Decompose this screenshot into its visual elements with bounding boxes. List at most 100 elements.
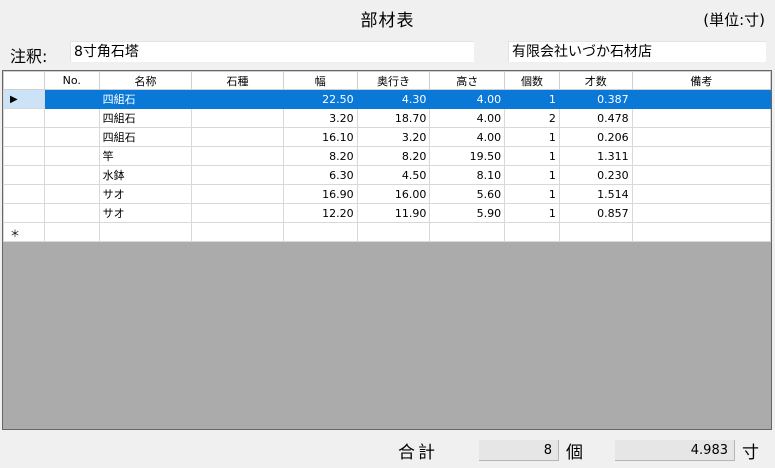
new-cell-sai[interactable] xyxy=(558,222,633,242)
cell-no[interactable] xyxy=(43,127,100,147)
cell-note[interactable] xyxy=(631,89,771,109)
new-cell-name[interactable] xyxy=(98,222,193,242)
cell-sai[interactable]: 1.311 xyxy=(558,146,633,166)
cell-count[interactable]: 1 xyxy=(504,203,560,223)
cell-count[interactable]: 1 xyxy=(504,184,560,204)
cell-note[interactable] xyxy=(631,146,771,166)
cell-depth[interactable]: 18.70 xyxy=(356,108,431,128)
column-header-count[interactable]: 個数 xyxy=(504,71,560,90)
cell-height[interactable]: 4.00 xyxy=(429,89,506,109)
column-header-no[interactable]: No. xyxy=(43,71,100,90)
cell-note[interactable] xyxy=(631,108,771,128)
cell-depth[interactable]: 16.00 xyxy=(356,184,431,204)
table-row[interactable]: サオ 12.20 11.90 5.90 1 0.857 xyxy=(3,203,771,223)
new-row-asterisk-icon[interactable]: ＊ xyxy=(3,222,45,242)
cell-stone[interactable] xyxy=(191,184,284,204)
cell-no[interactable] xyxy=(43,146,100,166)
table-row[interactable]: 四組石 3.20 18.70 4.00 2 0.478 xyxy=(3,108,771,128)
cell-no[interactable] xyxy=(43,108,100,128)
row-header[interactable] xyxy=(3,108,45,128)
table-row[interactable]: 四組石 16.10 3.20 4.00 1 0.206 xyxy=(3,127,771,147)
cell-name[interactable]: 四組石 xyxy=(98,89,193,109)
cell-note[interactable] xyxy=(631,203,771,223)
cell-depth[interactable]: 4.30 xyxy=(356,89,431,109)
cell-depth[interactable]: 4.50 xyxy=(356,165,431,185)
cell-sai[interactable]: 0.230 xyxy=(558,165,633,185)
new-cell-no[interactable] xyxy=(43,222,100,242)
cell-no[interactable] xyxy=(43,184,100,204)
cell-stone[interactable] xyxy=(191,127,284,147)
column-header-note[interactable]: 備考 xyxy=(631,71,771,90)
cell-stone[interactable] xyxy=(191,203,284,223)
cell-name[interactable]: 四組石 xyxy=(98,108,193,128)
cell-width[interactable]: 22.50 xyxy=(282,89,358,109)
new-cell-height[interactable] xyxy=(429,222,506,242)
cell-stone[interactable] xyxy=(191,165,284,185)
column-header-depth[interactable]: 奥行き xyxy=(356,71,431,90)
cell-name[interactable]: 竿 xyxy=(98,146,193,166)
cell-no[interactable] xyxy=(43,165,100,185)
parts-grid[interactable]: No. 名称 石種 幅 奥行き 高さ 個数 才数 備考 ▶ 四組石 22.50 … xyxy=(2,70,772,430)
cell-count[interactable]: 1 xyxy=(504,146,560,166)
cell-count[interactable]: 2 xyxy=(504,108,560,128)
column-header-height[interactable]: 高さ xyxy=(429,71,506,90)
cell-note[interactable] xyxy=(631,184,771,204)
cell-height[interactable]: 5.60 xyxy=(429,184,506,204)
cell-height[interactable]: 8.10 xyxy=(429,165,506,185)
cell-sai[interactable]: 0.478 xyxy=(558,108,633,128)
row-header[interactable] xyxy=(3,127,45,147)
cell-name[interactable]: サオ xyxy=(98,203,193,223)
table-row[interactable]: ▶ 四組石 22.50 4.30 4.00 1 0.387 xyxy=(3,89,771,109)
cell-sai[interactable]: 0.206 xyxy=(558,127,633,147)
cell-height[interactable]: 19.50 xyxy=(429,146,506,166)
cell-width[interactable]: 6.30 xyxy=(282,165,358,185)
new-row[interactable]: ＊ xyxy=(3,222,771,242)
cell-name[interactable]: サオ xyxy=(98,184,193,204)
table-row[interactable]: 竿 8.20 8.20 19.50 1 1.311 xyxy=(3,146,771,166)
row-header[interactable] xyxy=(3,184,45,204)
cell-count[interactable]: 1 xyxy=(504,89,560,109)
cell-width[interactable]: 3.20 xyxy=(282,108,358,128)
cell-sai[interactable]: 0.857 xyxy=(558,203,633,223)
cell-depth[interactable]: 3.20 xyxy=(356,127,431,147)
cell-width[interactable]: 12.20 xyxy=(282,203,358,223)
column-header-width[interactable]: 幅 xyxy=(282,71,358,90)
column-header-name[interactable]: 名称 xyxy=(98,71,193,90)
table-row[interactable]: サオ 16.90 16.00 5.60 1 1.514 xyxy=(3,184,771,204)
cell-sai[interactable]: 1.514 xyxy=(558,184,633,204)
row-selector-icon[interactable]: ▶ xyxy=(3,89,45,109)
cell-height[interactable]: 5.90 xyxy=(429,203,506,223)
cell-depth[interactable]: 11.90 xyxy=(356,203,431,223)
cell-width[interactable]: 8.20 xyxy=(282,146,358,166)
cell-depth[interactable]: 8.20 xyxy=(356,146,431,166)
cell-count[interactable]: 1 xyxy=(504,127,560,147)
cell-width[interactable]: 16.90 xyxy=(282,184,358,204)
row-header[interactable] xyxy=(3,203,45,223)
new-cell-note[interactable] xyxy=(631,222,771,242)
column-header-sai[interactable]: 才数 xyxy=(558,71,633,90)
cell-no[interactable] xyxy=(43,89,100,109)
cell-width[interactable]: 16.10 xyxy=(282,127,358,147)
cell-name[interactable]: 四組石 xyxy=(98,127,193,147)
new-cell-width[interactable] xyxy=(282,222,358,242)
cell-name[interactable]: 水鉢 xyxy=(98,165,193,185)
cell-count[interactable]: 1 xyxy=(504,165,560,185)
cell-stone[interactable] xyxy=(191,108,284,128)
table-row[interactable]: 水鉢 6.30 4.50 8.10 1 0.230 xyxy=(3,165,771,185)
new-cell-count[interactable] xyxy=(504,222,560,242)
cell-stone[interactable] xyxy=(191,146,284,166)
note-input[interactable]: 8寸角石塔 xyxy=(70,41,474,62)
row-header[interactable] xyxy=(3,165,45,185)
cell-height[interactable]: 4.00 xyxy=(429,127,506,147)
cell-note[interactable] xyxy=(631,165,771,185)
cell-sai[interactable]: 0.387 xyxy=(558,89,633,109)
cell-stone[interactable] xyxy=(191,89,284,109)
cell-height[interactable]: 4.00 xyxy=(429,108,506,128)
new-cell-stone[interactable] xyxy=(191,222,284,242)
new-cell-depth[interactable] xyxy=(356,222,431,242)
shop-name-input[interactable]: 有限会社いづか石材店 xyxy=(508,41,766,62)
row-header[interactable] xyxy=(3,146,45,166)
cell-no[interactable] xyxy=(43,203,100,223)
cell-note[interactable] xyxy=(631,127,771,147)
column-header-stone[interactable]: 石種 xyxy=(191,71,284,90)
